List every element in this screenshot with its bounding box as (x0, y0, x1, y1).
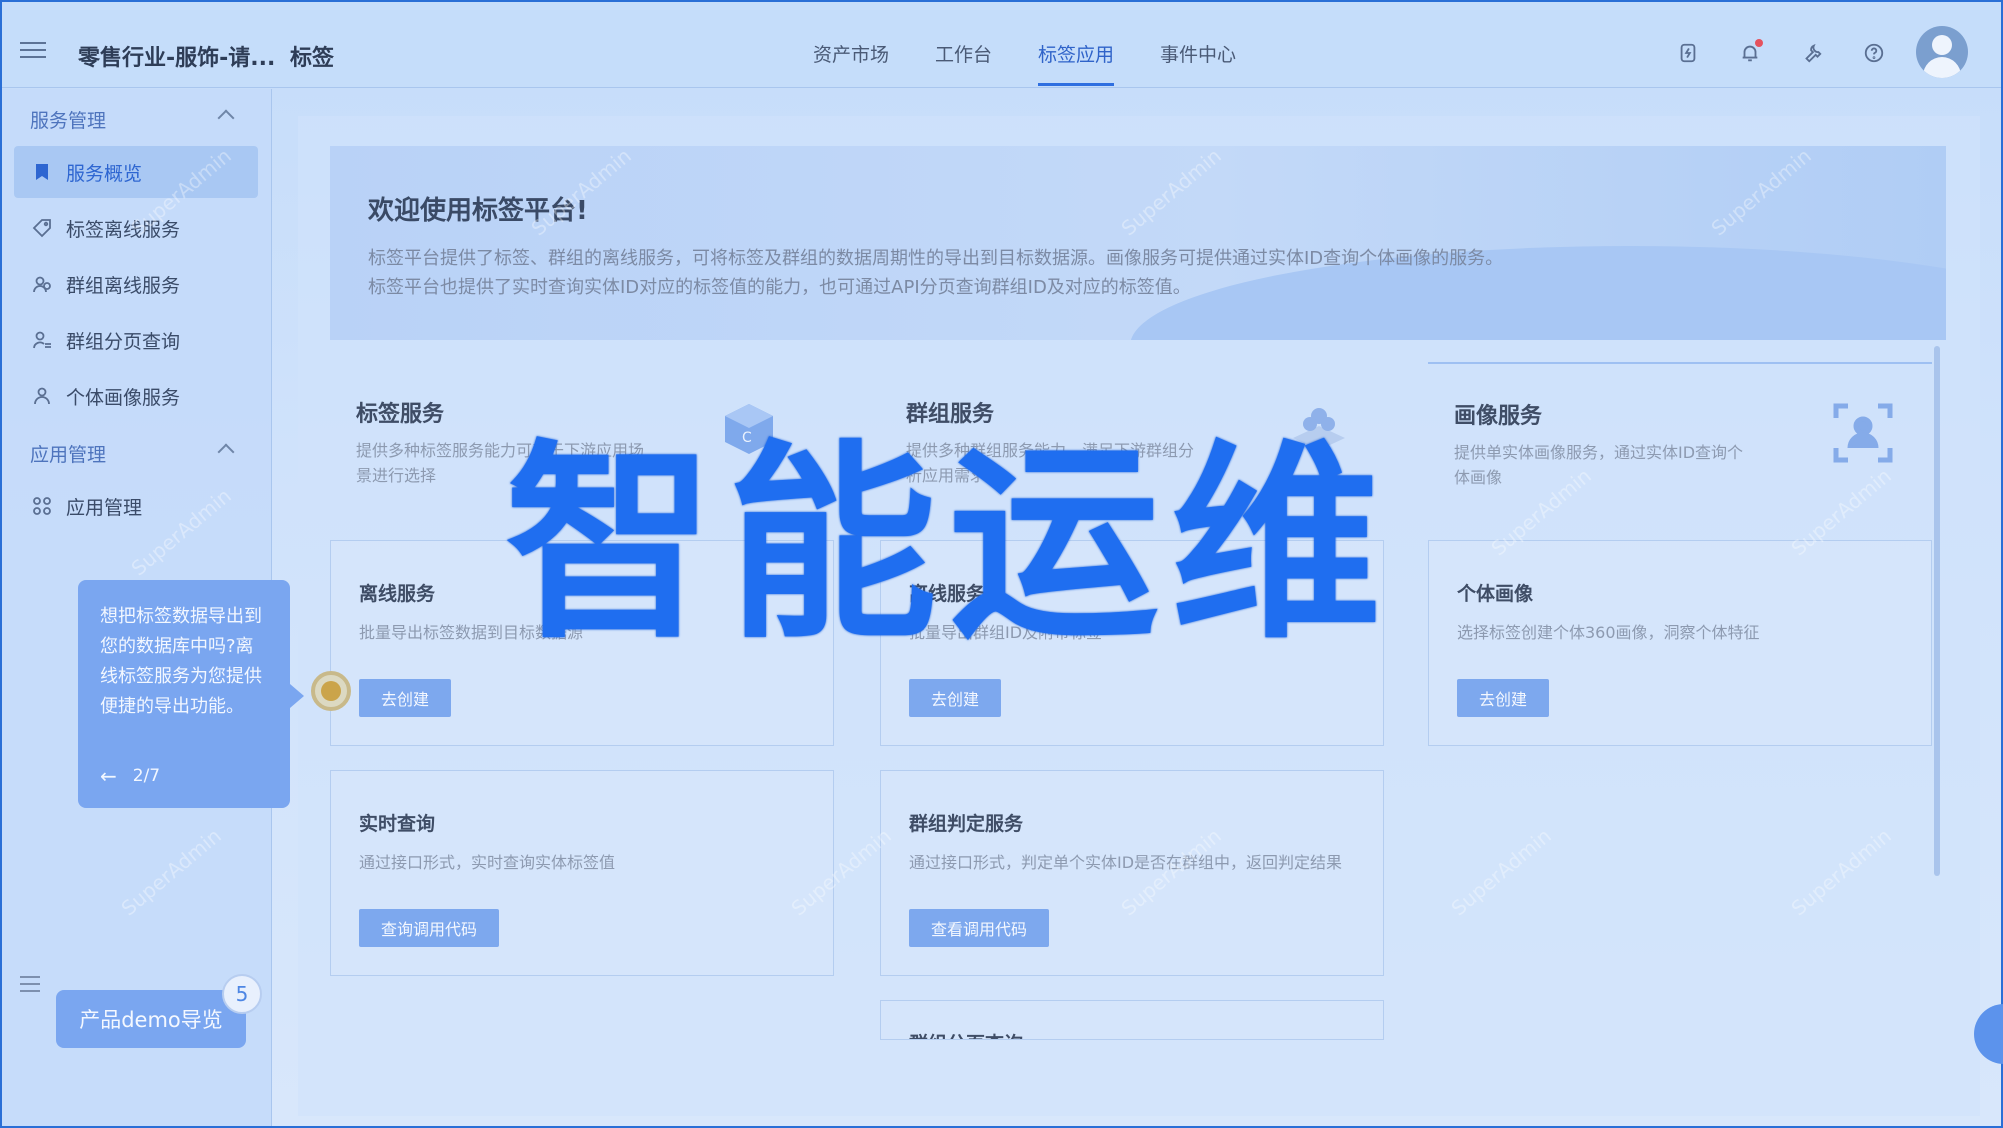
product-demo-button[interactable]: 产品demo导览 (56, 990, 246, 1048)
nav-event-center[interactable]: 事件中心 (1160, 40, 1236, 86)
feature-description: 选择标签创建个体360画像，洞察个体特征 (1457, 623, 1760, 642)
welcome-line-2: 标签平台也提供了实时查询实体ID对应的标签值的能力，也可通过API分页查询群组I… (368, 277, 1191, 298)
sidebar-item-profile-service[interactable]: 个体画像服务 (14, 370, 258, 422)
sidebar-item-label: 个体画像服务 (66, 386, 181, 409)
create-button[interactable]: 去创建 (909, 679, 1002, 717)
notification-dot (1755, 39, 1763, 47)
feature-card-realtime-query: 实时查询 通过接口形式，实时查询实体标签值 查询调用代码 (330, 770, 834, 976)
feature-title: 群组分页查询 (909, 1029, 1023, 1039)
app-title: 零售行业-服饰-请... (78, 46, 276, 71)
tour-text: 想把标签数据导出到您的数据库中吗?离线标签服务为您提供便捷的导出功能。 (100, 606, 262, 717)
user-avatar[interactable] (1916, 26, 1968, 78)
group-icon (32, 274, 52, 294)
service-title: 画像服务 (1454, 404, 1543, 429)
query-code-button[interactable]: 查询调用代码 (359, 909, 500, 947)
sidebar-item-label: 应用管理 (66, 496, 143, 519)
top-nav: 资产市场 工作台 标签应用 事件中心 (813, 40, 1236, 86)
feature-description: 通过接口形式，判定单个实体ID是否在群组中，返回判定结果 (909, 853, 1343, 872)
view-code-button[interactable]: 查看调用代码 (909, 909, 1050, 947)
sidebar-item-group-offline[interactable]: 群组离线服务 (14, 258, 258, 310)
flash-icon[interactable] (1677, 42, 1699, 64)
feature-card-group-paging: 群组分页查询 (880, 1000, 1384, 1040)
header-actions (1677, 39, 1885, 64)
apps-icon (32, 496, 52, 516)
demo-count-badge: 5 (222, 974, 262, 1014)
sidebar-collapse-icon[interactable] (20, 976, 40, 994)
sidebar-item-label: 服务概览 (66, 162, 143, 185)
group-search-icon (32, 330, 52, 350)
help-icon[interactable] (1863, 42, 1885, 64)
tour-step: 2/7 (132, 766, 161, 786)
nav-tag-apps[interactable]: 标签应用 (1038, 40, 1115, 86)
tour-hotspot[interactable] (311, 671, 351, 711)
feature-title: 离线服务 (359, 583, 436, 605)
tag-icon (32, 218, 52, 238)
service-title: 标签服务 (356, 402, 445, 427)
tour-popover: 想把标签数据导出到您的数据库中吗?离线标签服务为您提供便捷的导出功能。 ← 2/… (78, 580, 304, 808)
feature-title: 群组判定服务 (909, 813, 1024, 835)
profile-frame-icon (1828, 398, 1898, 468)
create-button[interactable]: 去创建 (1457, 679, 1550, 717)
sidebar-item-group-paging[interactable]: 群组分页查询 (14, 314, 258, 366)
nav-workbench[interactable]: 工作台 (935, 40, 992, 86)
feature-title: 实时查询 (359, 813, 436, 835)
feature-card-group-judge: 群组判定服务 通过接口形式，判定单个实体ID是否在群组中，返回判定结果 查看调用… (880, 770, 1384, 976)
menu-toggle-icon[interactable] (20, 42, 46, 58)
wrench-icon[interactable] (1801, 42, 1823, 64)
overlay-banner-text: 智能运维 (505, 422, 1394, 667)
sidebar-group-service-mgmt[interactable]: 服务管理 (30, 106, 235, 133)
feature-description: 通过接口形式，实时查询实体标签值 (359, 853, 616, 872)
user-icon (32, 386, 52, 406)
arrow-left-icon[interactable]: ← (100, 764, 117, 788)
sidebar-group-label: 应用管理 (30, 444, 107, 466)
tour-nav: ← 2/7 (100, 764, 160, 788)
bell-icon[interactable] (1739, 39, 1763, 64)
welcome-description: 标签平台提供了标签、群组的离线服务，可将标签及群组的数据周期性的导出到目标数据源… (368, 244, 1503, 302)
welcome-banner: 欢迎使用标签平台! 标签平台提供了标签、群组的离线服务，可将标签及群组的数据周期… (330, 146, 1946, 340)
sidebar-item-label: 群组分页查询 (66, 330, 181, 353)
app-subtitle: 标签 (290, 46, 335, 71)
bookmark-icon (32, 162, 52, 182)
sidebar-item-label: 群组离线服务 (66, 274, 181, 297)
sidebar-group-label: 服务管理 (30, 110, 107, 132)
sidebar-group-app-mgmt[interactable]: 应用管理 (30, 440, 235, 467)
scrollbar[interactable] (1934, 346, 1940, 876)
welcome-line-1: 标签平台提供了标签、群组的离线服务，可将标签及群组的数据周期性的导出到目标数据源… (368, 248, 1504, 269)
nav-asset-market[interactable]: 资产市场 (813, 40, 889, 86)
create-button[interactable]: 去创建 (359, 679, 452, 717)
